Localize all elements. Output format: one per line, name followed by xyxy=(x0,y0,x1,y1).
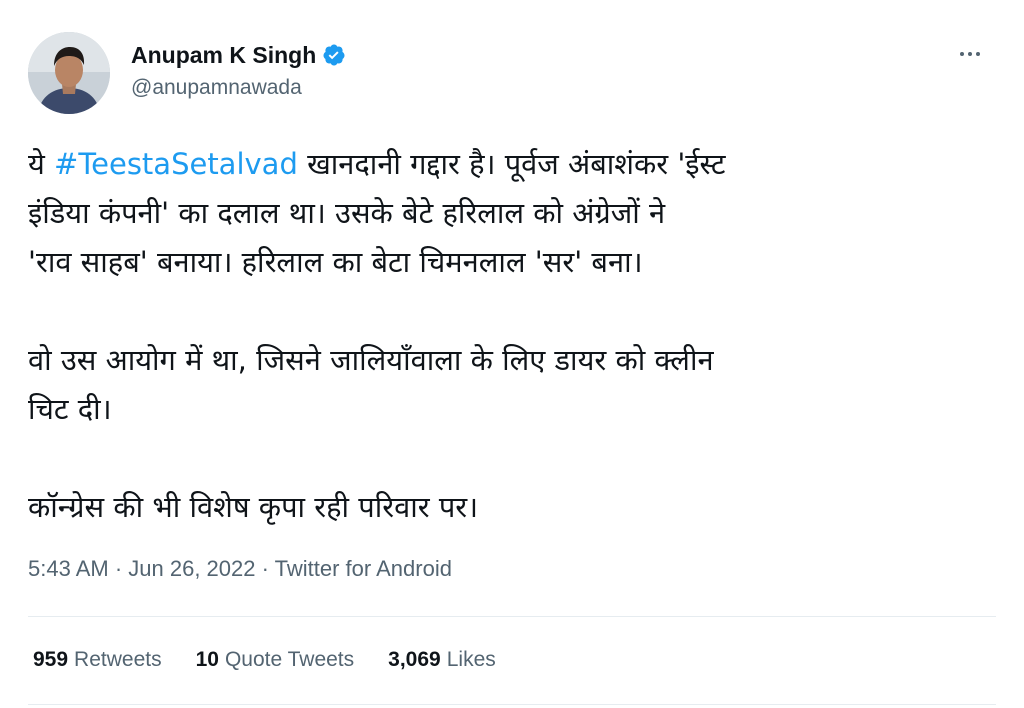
tweet-text: ये #TeestaSetalvad खानदानी गद्दार है। पू… xyxy=(28,140,988,532)
author-name-row[interactable]: Anupam K Singh xyxy=(131,40,346,70)
verified-badge-icon xyxy=(323,44,345,66)
tweet-stats: 959 Retweets 10 Quote Tweets 3,069 Likes xyxy=(33,648,530,672)
author-display-name[interactable]: Anupam K Singh xyxy=(131,42,316,69)
more-options-button[interactable] xyxy=(952,40,988,68)
retweets-stat[interactable]: 959 Retweets xyxy=(33,648,162,672)
tweet-text-line: ये #TeestaSetalvad खानदानी गद्दार है। पू… xyxy=(28,147,726,181)
tweet-text-line: वो उस आयोग में था, जिसने जालियाँवाला के … xyxy=(28,343,714,377)
tweet: Anupam K Singh @anupamnawada ये #TeestaS… xyxy=(0,0,1024,708)
author-handle[interactable]: @anupamnawada xyxy=(131,76,302,100)
tweet-timestamp-source[interactable]: 5:43 AM · Jun 26, 2022 · Twitter for And… xyxy=(28,556,452,582)
avatar[interactable] xyxy=(28,32,110,114)
more-dots-icon xyxy=(960,52,964,56)
tweet-text-line: चिट दी। xyxy=(28,392,112,426)
quote-tweets-stat[interactable]: 10 Quote Tweets xyxy=(196,648,355,672)
divider xyxy=(28,616,996,617)
likes-stat[interactable]: 3,069 Likes xyxy=(388,648,496,672)
tweet-text-line: 'राव साहब' बनाया। हरिलाल का बेटा चिमनलाल… xyxy=(28,245,643,279)
avatar-image xyxy=(28,32,110,114)
divider xyxy=(28,704,996,705)
hashtag-link[interactable]: #TeestaSetalvad xyxy=(54,147,298,181)
tweet-text-line: इंडिया कंपनी' का दलाल था। उसके बेटे हरिल… xyxy=(28,196,666,230)
tweet-text-line: कॉन्ग्रेस की भी विशेष कृपा रही परिवार पर… xyxy=(28,490,479,524)
